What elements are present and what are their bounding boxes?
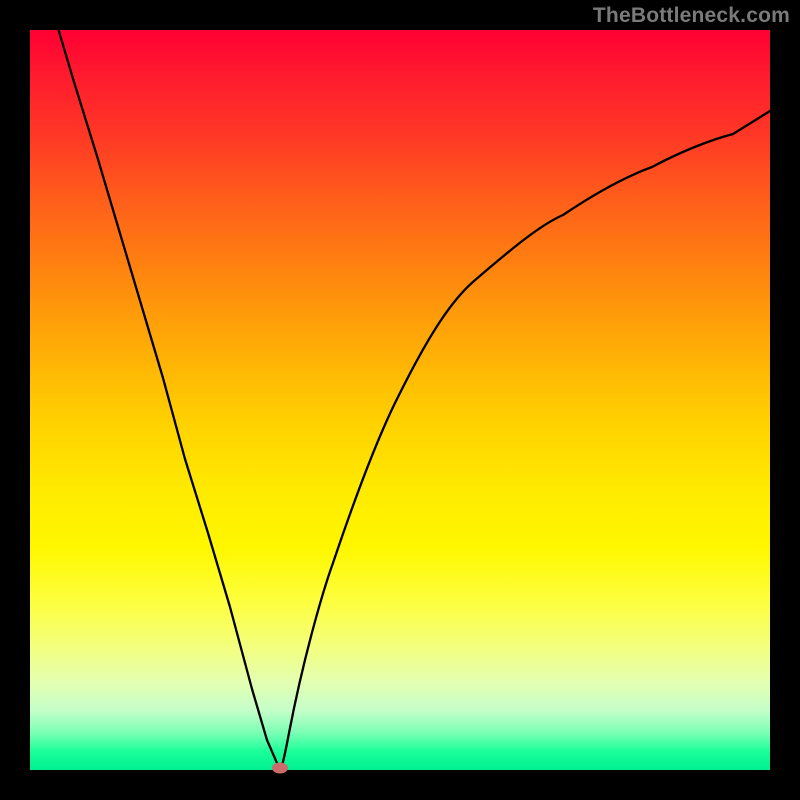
plot-area — [30, 30, 770, 770]
optimal-marker — [272, 763, 288, 774]
bottleneck-curve — [30, 30, 770, 770]
curve-path — [30, 0, 770, 770]
chart-frame: TheBottleneck.com — [0, 0, 800, 800]
watermark-text: TheBottleneck.com — [593, 4, 790, 28]
